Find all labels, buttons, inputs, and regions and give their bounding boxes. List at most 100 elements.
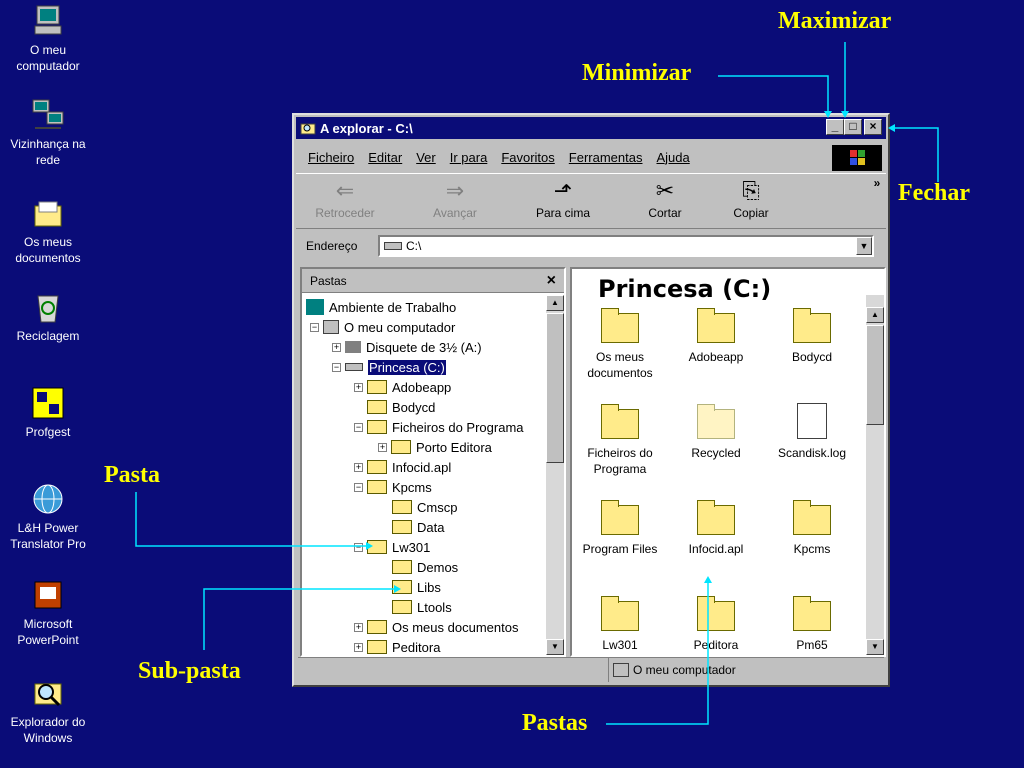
- menu-favoritos[interactable]: Favoritos: [501, 150, 554, 165]
- menu-ver[interactable]: Ver: [416, 150, 436, 165]
- folder-icon: [392, 500, 412, 514]
- tree-item[interactable]: − Ficheiros do Programa: [354, 417, 524, 437]
- address-input[interactable]: C:\ ▼: [378, 235, 874, 257]
- tree-item[interactable]: + Infocid.apl: [354, 457, 451, 477]
- annotation-pastas: Pastas: [522, 710, 588, 736]
- collapse-icon[interactable]: −: [310, 322, 319, 332]
- contents-scrollbar[interactable]: ▲ ▼: [866, 295, 884, 655]
- close-button[interactable]: ×: [864, 119, 882, 135]
- folder-item[interactable]: Adobeapp: [668, 308, 764, 365]
- tree-item[interactable]: + Porto Editora: [378, 437, 492, 457]
- expand-icon[interactable]: +: [378, 442, 387, 452]
- menu-ficheiro[interactable]: Ficheiro: [308, 150, 354, 165]
- menu-ir-para[interactable]: Ir para: [450, 150, 488, 165]
- tree-item[interactable]: − Princesa (C:): [332, 357, 446, 377]
- folder-item[interactable]: Os meus documentos: [572, 308, 668, 381]
- contents-title: Princesa (C:): [598, 275, 772, 303]
- tree-item[interactable]: + Adobeapp: [354, 377, 451, 397]
- folder-icon: [697, 308, 735, 343]
- address-bar: Endereço C:\ ▼: [296, 231, 886, 261]
- menu-ajuda[interactable]: Ajuda: [656, 150, 689, 165]
- copy-button[interactable]: ⎘ Copiar: [716, 176, 786, 220]
- address-label: Endereço: [306, 239, 358, 253]
- documents-folder-icon: [601, 308, 639, 343]
- toolbar-more-button[interactable]: »: [870, 176, 884, 190]
- folder-item[interactable]: Infocid.apl: [668, 500, 764, 557]
- desktop-icon-lh-power-translator[interactable]: L&H Power Translator Pro: [0, 482, 96, 552]
- expand-icon[interactable]: +: [354, 642, 363, 652]
- expand-icon[interactable]: +: [354, 382, 363, 392]
- collapse-icon[interactable]: −: [354, 542, 363, 552]
- desktop-icon-vizinhanca[interactable]: Vizinhança na rede: [0, 98, 96, 168]
- maximize-button[interactable]: □: [844, 119, 862, 135]
- folder-item[interactable]: Recycled: [668, 404, 764, 461]
- collapse-icon[interactable]: −: [332, 362, 341, 372]
- menu-editar[interactable]: Editar: [368, 150, 402, 165]
- desktop-icon-explorador-do-windows[interactable]: Explorador do Windows: [0, 676, 96, 746]
- folder-icon: [367, 400, 387, 414]
- maximize-icon: □: [849, 119, 857, 133]
- desktop-icon-microsoft-powerpoint[interactable]: Microsoft PowerPoint: [0, 578, 96, 648]
- folder-item[interactable]: Bodycd: [764, 308, 860, 365]
- computer-icon: [613, 663, 629, 677]
- desktop-icon-label: L&H Power Translator Pro: [10, 521, 86, 551]
- tree-item[interactable]: Ltools: [392, 597, 452, 617]
- collapse-icon[interactable]: −: [354, 422, 363, 432]
- network-icon: [32, 99, 64, 129]
- annotation-minimizar: Minimizar: [582, 60, 692, 86]
- powerpoint-icon: [34, 581, 62, 609]
- close-pane-icon[interactable]: ×: [547, 272, 556, 290]
- tree-item[interactable]: Demos: [392, 557, 458, 577]
- folder-icon: [392, 560, 412, 574]
- scroll-thumb[interactable]: [866, 325, 884, 425]
- tree-item[interactable]: + Os meus documentos: [354, 617, 518, 637]
- desktop-icon-label: Vizinhança na rede: [10, 137, 86, 167]
- file-item[interactable]: Scandisk.log: [764, 403, 860, 461]
- tree-item[interactable]: Bodycd: [367, 397, 435, 417]
- address-dropdown-button[interactable]: ▼: [856, 237, 872, 255]
- expand-icon[interactable]: +: [332, 342, 341, 352]
- folder-item[interactable]: Peditora: [668, 596, 764, 653]
- expand-icon[interactable]: +: [354, 622, 363, 632]
- desktop-icon-reciclagem[interactable]: Reciclagem: [0, 290, 96, 344]
- scroll-up-icon[interactable]: ▲: [546, 295, 564, 311]
- scroll-down-icon[interactable]: ▼: [546, 639, 564, 655]
- folder-item[interactable]: Pm65: [764, 596, 860, 653]
- tree-item[interactable]: − Kpcms: [354, 477, 432, 497]
- cut-button[interactable]: ✂ Cortar: [630, 176, 700, 220]
- tree-item[interactable]: − O meu computador: [310, 317, 455, 337]
- tree-item[interactable]: Libs: [392, 577, 441, 597]
- desktop-icon-profgest[interactable]: Profgest: [0, 386, 96, 440]
- collapse-icon[interactable]: −: [354, 482, 363, 492]
- minimize-button[interactable]: _: [826, 119, 844, 135]
- folder-item[interactable]: Ficheiros do Programa: [572, 404, 668, 477]
- scroll-up-icon[interactable]: ▲: [866, 307, 884, 323]
- tree-item[interactable]: − Lw301: [354, 537, 430, 557]
- chevron-down-icon: ▼: [859, 241, 869, 251]
- folder-item[interactable]: Lw301: [572, 596, 668, 653]
- expand-icon[interactable]: +: [354, 462, 363, 472]
- folder-icon: [601, 500, 639, 535]
- folder-item[interactable]: Kpcms: [764, 500, 860, 557]
- up-button[interactable]: ⬏ Para cima: [528, 176, 598, 220]
- tree-item[interactable]: + Peditora: [354, 637, 440, 655]
- folder-icon: [367, 540, 387, 554]
- tree-item[interactable]: Ambiente de Trabalho: [306, 297, 456, 317]
- tree-scrollbar[interactable]: ▲ ▼: [546, 295, 564, 655]
- folder-documents-icon: [34, 201, 62, 227]
- forward-button[interactable]: ⇒ Avançar: [420, 176, 490, 220]
- fechar-line: [892, 127, 939, 182]
- back-button[interactable]: ⇐ Retroceder: [310, 176, 380, 220]
- scroll-thumb[interactable]: [546, 313, 564, 463]
- desktop-icon-os-meus-documentos[interactable]: Os meus documentos: [0, 196, 96, 266]
- scroll-down-icon[interactable]: ▼: [866, 639, 884, 655]
- folder-item[interactable]: Program Files: [572, 500, 668, 557]
- folder-icon: [367, 640, 387, 654]
- desktop-icon-o-meu-computador[interactable]: O meu computador: [0, 4, 96, 74]
- menu-ferramentas[interactable]: Ferramentas: [569, 150, 643, 165]
- chevron-more-icon: »: [873, 176, 881, 190]
- title-bar[interactable]: A explorar - C:\: [296, 117, 886, 139]
- tree-item[interactable]: Cmscp: [392, 497, 457, 517]
- tree-item[interactable]: + Disquete de 3½ (A:): [332, 337, 482, 357]
- tree-item[interactable]: Data: [392, 517, 444, 537]
